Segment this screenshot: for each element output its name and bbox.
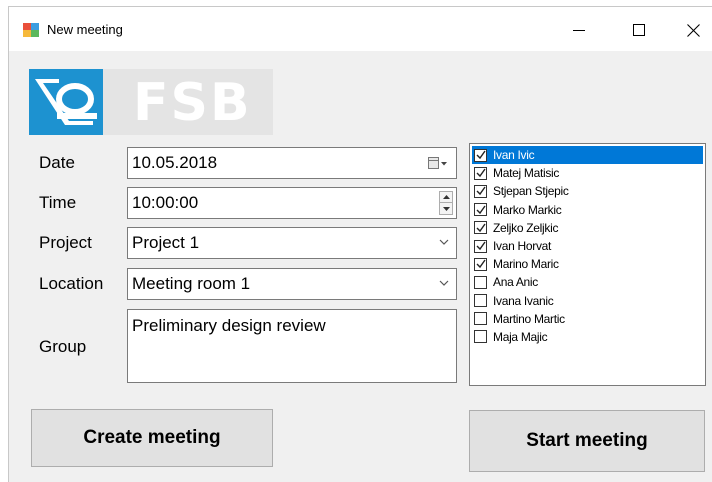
create-meeting-button[interactable]: Create meeting <box>31 409 273 467</box>
participant-name: Ivan Horvat <box>493 239 552 254</box>
chevron-down-icon[interactable] <box>438 236 450 248</box>
close-button[interactable] <box>671 15 712 45</box>
participant-checkbox[interactable] <box>474 184 487 198</box>
participant-checkbox[interactable] <box>474 257 487 271</box>
participant-checkbox[interactable] <box>474 312 487 326</box>
chevron-down-icon[interactable] <box>438 277 450 289</box>
participant-name: Ana Anic <box>493 275 538 290</box>
project-label: Project <box>39 233 92 252</box>
logo-mark-icon <box>35 79 97 125</box>
participant-item[interactable]: Marko Markic <box>472 201 703 219</box>
participant-item[interactable]: Matej Matisic <box>472 164 703 182</box>
time-input[interactable]: 10:00:00 <box>127 187 457 219</box>
time-spinner[interactable] <box>439 191 453 215</box>
location-value: Meeting room 1 <box>132 274 251 293</box>
participant-item[interactable]: Stjepan Stjepic <box>472 182 703 200</box>
participant-checkbox[interactable] <box>474 203 487 217</box>
group-textarea[interactable]: Preliminary design review <box>127 309 457 383</box>
maximize-icon <box>633 24 645 36</box>
project-value: Project 1 <box>132 233 200 252</box>
participant-name: Marino Maric <box>493 257 559 272</box>
participant-item[interactable]: Marino Maric <box>472 255 703 273</box>
participant-name: Maja Majic <box>493 329 548 344</box>
participant-checkbox[interactable] <box>474 221 487 235</box>
participant-checkbox[interactable] <box>474 294 487 308</box>
triangle-down-icon <box>442 206 450 211</box>
participant-name: Martino Martic <box>493 311 565 326</box>
group-label: Group <box>39 337 87 356</box>
checkmark-icon <box>476 187 486 196</box>
title-bar[interactable]: New meeting <box>9 7 712 51</box>
checkmark-icon <box>476 205 486 214</box>
maximize-button[interactable] <box>617 15 661 45</box>
window-title: New meeting <box>47 22 123 37</box>
participant-checkbox[interactable] <box>474 148 487 162</box>
participant-item[interactable]: Martino Martic <box>472 310 703 328</box>
spin-up-button[interactable] <box>440 192 452 203</box>
participant-item[interactable]: Ivan Horvat <box>472 237 703 255</box>
checkmark-icon <box>476 150 486 160</box>
checkmark-icon <box>476 259 486 269</box>
participant-item[interactable]: Ana Anic <box>472 273 703 291</box>
participant-checkbox[interactable] <box>474 275 487 289</box>
participant-name: Marko Markic <box>493 202 562 217</box>
time-value: 10:00:00 <box>132 193 199 212</box>
logo-emblem <box>29 69 103 135</box>
participant-checkbox[interactable] <box>474 330 487 344</box>
app-icon <box>23 23 39 37</box>
minimize-button[interactable] <box>557 15 601 45</box>
participant-name: Ivan Ivic <box>493 148 535 163</box>
participant-item[interactable]: Maja Majic <box>472 328 703 346</box>
participant-name: Matej Matisic <box>493 166 560 181</box>
date-picker[interactable]: 10.05.2018 <box>127 147 457 179</box>
checkmark-icon <box>476 168 486 178</box>
participants-checklist[interactable]: Ivan Ivic Matej Matisic Stjepan Stjepic Mar… <box>469 143 706 386</box>
participant-item[interactable]: Zeljko Zeljkic <box>472 219 703 237</box>
participant-checkbox[interactable] <box>474 166 487 180</box>
date-value: 10.05.2018 <box>132 153 218 172</box>
group-value: Preliminary design review <box>132 316 326 335</box>
time-label: Time <box>39 193 77 212</box>
participant-item[interactable]: Ivan Ivic <box>472 146 703 165</box>
spin-down-button[interactable] <box>440 203 452 214</box>
date-label: Date <box>39 153 75 172</box>
participant-item[interactable]: Ivana Ivanic <box>472 292 703 310</box>
participant-name: Stjepan Stjepic <box>493 184 569 199</box>
checkmark-icon <box>476 241 486 251</box>
participant-checkbox[interactable] <box>474 239 487 253</box>
new-meeting-window: New meeting FSB Date 10.05.2018 Time 10:… <box>8 6 712 482</box>
logo-text: FSB <box>133 73 252 133</box>
start-meeting-button[interactable]: Start meeting <box>469 410 705 472</box>
triangle-up-icon <box>442 195 450 199</box>
close-icon <box>686 23 700 37</box>
project-combobox[interactable]: Project 1 <box>127 227 457 259</box>
calendar-dropdown-icon[interactable] <box>428 156 448 170</box>
location-label: Location <box>39 274 104 293</box>
fsb-logo: FSB <box>29 69 273 135</box>
checkmark-icon <box>476 223 486 232</box>
participant-name: Zeljko Zeljkic <box>493 220 559 235</box>
participant-name: Ivana Ivanic <box>493 293 554 308</box>
location-combobox[interactable]: Meeting room 1 <box>127 268 457 300</box>
minimize-icon <box>573 30 585 31</box>
